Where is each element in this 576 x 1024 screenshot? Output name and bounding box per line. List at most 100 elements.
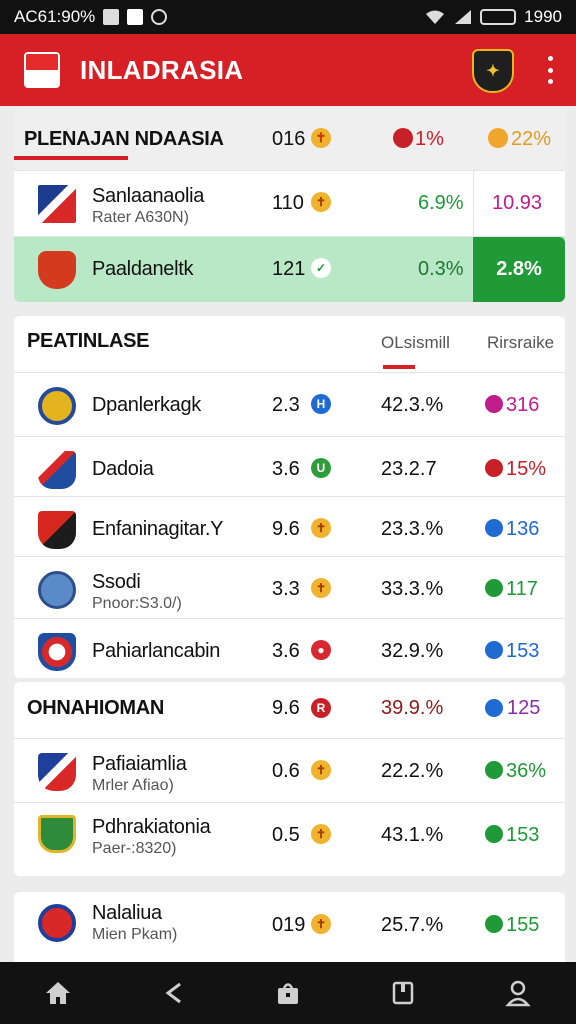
team-num: 0.5 bbox=[272, 824, 300, 846]
team-right-cell: 10.93 bbox=[473, 171, 565, 236]
section2-title: PEATINLASE bbox=[27, 330, 150, 352]
section3-pct: 39.9.% bbox=[381, 697, 444, 719]
trend-down-icon bbox=[485, 459, 503, 477]
team-pct: 23.3.% bbox=[381, 518, 444, 540]
coin-icon: ✝ bbox=[311, 578, 331, 598]
table-row[interactable]: Pahiarlancabin 3.6 ● 32.9.% 153 bbox=[14, 618, 565, 678]
app-icon bbox=[127, 9, 144, 25]
team-right: 15% bbox=[506, 458, 547, 480]
team-logo-icon bbox=[38, 185, 76, 223]
up-icon bbox=[488, 128, 508, 148]
trend-up-icon bbox=[485, 825, 503, 843]
settings-icon bbox=[151, 9, 168, 25]
status-bar: AC61:90% 1990 bbox=[0, 0, 576, 34]
team-pct: 32.9.% bbox=[381, 640, 444, 662]
team-pct: 23.2.7 bbox=[381, 458, 437, 480]
team-right: 10.93 bbox=[492, 192, 543, 214]
signal-icon bbox=[455, 10, 472, 24]
section1-title: PLENAJAN NDAASIA bbox=[24, 128, 224, 150]
table-row-highlighted[interactable]: Paaldaneltk 121 ✓ 0.3% 2.8% bbox=[14, 236, 565, 302]
team-logo-icon bbox=[38, 815, 76, 853]
team-pct: 6.9% bbox=[418, 192, 464, 214]
team-num: 121 bbox=[272, 258, 306, 280]
trend-icon bbox=[485, 699, 503, 717]
team-right: 155 bbox=[506, 914, 540, 936]
status-text: AC61:90% bbox=[14, 7, 96, 26]
team-name: Ssodi bbox=[92, 571, 141, 593]
team-pct: 33.3.% bbox=[381, 578, 444, 600]
profile-icon[interactable] bbox=[503, 978, 533, 1008]
team-num: 0.6 bbox=[272, 760, 300, 782]
check-icon: U bbox=[311, 458, 331, 478]
coin-icon: ✝ bbox=[311, 914, 331, 934]
table-row[interactable]: Ssodi Pnoor:S3.0/) 3.3 ✝ 33.3.% 117 bbox=[14, 556, 565, 618]
section2-col-b[interactable]: Rirsraike bbox=[487, 333, 554, 353]
team-name: Dadoia bbox=[92, 458, 154, 480]
bag-icon[interactable] bbox=[273, 978, 303, 1008]
table-row[interactable]: Dadoia 3.6 U 23.2.7 15% bbox=[14, 436, 565, 496]
coin-icon: ✝ bbox=[311, 518, 331, 538]
section2-tab-underline bbox=[383, 365, 415, 369]
table-row[interactable]: Dpanlerkagk 2.3 H 42.3.% 316 bbox=[14, 372, 565, 436]
team-sub: Paer-:8320) bbox=[92, 840, 177, 857]
trend-icon bbox=[485, 641, 503, 659]
team-right: 316 bbox=[506, 394, 540, 416]
bottom-nav bbox=[0, 962, 576, 1024]
team-logo-icon bbox=[38, 904, 76, 942]
team-right: 2.8% bbox=[473, 237, 565, 302]
trend-up-icon bbox=[485, 761, 503, 779]
alert-icon: ● bbox=[311, 640, 331, 660]
status-right: 1990 bbox=[424, 7, 562, 27]
table-row[interactable]: Nalaliua Mien Pkam) 019 ✝ 25.7.% 155 bbox=[14, 892, 565, 962]
team-logo-icon bbox=[38, 387, 76, 425]
team-logo-icon bbox=[38, 753, 76, 791]
bookmark-icon[interactable] bbox=[388, 978, 418, 1008]
team-num: 2.3 bbox=[272, 394, 300, 416]
notification-icon bbox=[103, 9, 120, 25]
coin-icon: ✝ bbox=[311, 824, 331, 844]
table-row[interactable]: Sanlaanaolia Rater A630N) 110 ✝ 6.9% 10.… bbox=[14, 170, 565, 236]
team-logo-icon bbox=[38, 251, 76, 289]
trend-up-icon bbox=[485, 915, 503, 933]
app-title: INLADRASIA bbox=[80, 54, 244, 85]
section3-right: 125 bbox=[507, 697, 541, 719]
flag-icon bbox=[24, 52, 60, 88]
team-right: 153 bbox=[506, 824, 540, 846]
team-logo-icon bbox=[38, 571, 76, 609]
team-name: Sanlaanaolia bbox=[92, 185, 205, 207]
team-num: 3.6 bbox=[272, 458, 300, 480]
section1-col-c: 22% bbox=[511, 128, 552, 150]
team-pct: 25.7.% bbox=[381, 914, 444, 936]
team-num: 3.3 bbox=[272, 578, 300, 600]
coin-icon: ✝ bbox=[311, 128, 331, 148]
home-icon[interactable] bbox=[43, 978, 73, 1008]
team-pct: 0.3% bbox=[418, 258, 464, 280]
team-sub: Rater A630N) bbox=[92, 209, 189, 226]
team-name: Pafiaiamlia bbox=[92, 753, 187, 775]
team-sub: Mien Pkam) bbox=[92, 926, 178, 943]
team-num: 3.6 bbox=[272, 640, 300, 662]
table-row[interactable]: Pdhrakiatonia Paer-:8320) 0.5 ✝ 43.1.% 1… bbox=[14, 802, 565, 876]
table-row[interactable]: Enfaninagitar.Y 9.6 ✝ 23.3.% 136 bbox=[14, 496, 565, 556]
team-sub: Mrler Afiao) bbox=[92, 777, 174, 794]
team-name: Paaldaneltk bbox=[92, 258, 194, 280]
team-logo-icon bbox=[38, 511, 76, 549]
status-left: AC61:90% bbox=[14, 7, 168, 27]
team-pct: 22.2.% bbox=[381, 760, 444, 782]
section2-col-a[interactable]: OLsismill bbox=[381, 333, 450, 353]
section3-num: 9.6 bbox=[272, 697, 300, 719]
team-pct: 43.1.% bbox=[381, 824, 444, 846]
status-clock: 1990 bbox=[524, 7, 562, 26]
team-name: Enfaninagitar.Y bbox=[92, 518, 224, 540]
wifi-icon bbox=[426, 10, 445, 24]
more-menu-icon[interactable] bbox=[546, 56, 554, 84]
trend-up-icon bbox=[485, 579, 503, 597]
alert-icon: R bbox=[311, 698, 331, 718]
table-row[interactable]: Pafiaiamlia Mrler Afiao) 0.6 ✝ 22.2.% 36… bbox=[14, 738, 565, 802]
club-crest-icon[interactable]: ✦ bbox=[472, 49, 514, 93]
trend-icon bbox=[485, 519, 503, 537]
team-right: 117 bbox=[506, 578, 538, 600]
share-icon[interactable] bbox=[158, 978, 188, 1008]
coin-icon: ✝ bbox=[311, 760, 331, 780]
team-right: 36% bbox=[506, 760, 547, 782]
